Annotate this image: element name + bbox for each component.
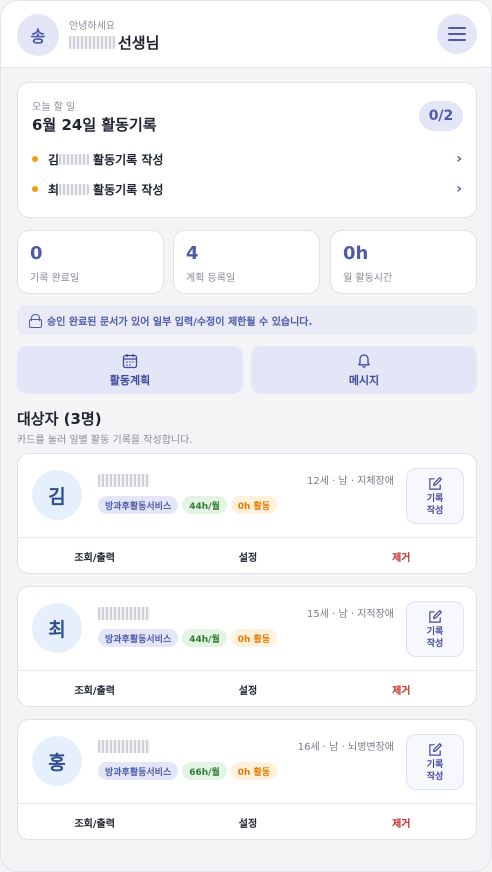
stat-label: 계획 등록일 — [186, 273, 236, 284]
activity-plan-button[interactable]: 활동계획 — [17, 346, 243, 394]
client-actions: 조회/출력 설정 제거 — [18, 803, 476, 839]
redacted-name — [69, 36, 115, 49]
redacted-name — [59, 183, 90, 195]
teacher-suffix: 선생님 — [118, 34, 160, 52]
progress-badge: 0/2 — [419, 101, 463, 131]
write-record-label: 기록 작성 — [426, 759, 444, 782]
teacher-name: 선생님 — [69, 32, 159, 53]
stat-value: 0 — [30, 243, 43, 264]
client-meta: 15세 · 남 · 지적장애 — [307, 609, 394, 620]
message-button[interactable]: 메시지 — [251, 346, 477, 394]
activity-tag: 0h 활동 — [230, 629, 278, 647]
greeting-text: 안녕하세요 — [69, 21, 115, 32]
write-record-button[interactable]: 기록 작성 — [406, 734, 464, 790]
app-header: 송 안녕하세요 선생님 — [1, 1, 491, 68]
hamburger-icon-line — [448, 33, 466, 35]
client-avatar: 김 — [32, 470, 82, 520]
view-print-button[interactable]: 조회/출력 — [18, 538, 171, 573]
client-tags: 방과후활동서비스 44h/월 0h 활동 — [98, 629, 278, 647]
calendar-icon — [122, 353, 138, 368]
client-card[interactable]: 김 12세 · 남 · 지체장애 방과후활동서비스 44h/월 0h 활동 기록… — [17, 453, 477, 574]
today-label: 오늘 할 일 — [32, 102, 76, 113]
hamburger-icon-line — [448, 39, 466, 41]
activity-tag: 0h 활동 — [230, 762, 278, 780]
client-tags: 방과후활동서비스 44h/월 0h 활동 — [98, 496, 278, 514]
hours-tag: 66h/월 — [182, 762, 227, 780]
client-avatar: 최 — [32, 603, 82, 653]
pending-dot-icon — [32, 156, 38, 162]
client-actions: 조회/출력 설정 제거 — [18, 670, 476, 706]
task-label: 활동기록 작성 — [93, 182, 164, 197]
task-prefix: 김 — [48, 152, 60, 167]
edit-icon — [428, 476, 442, 490]
notice-text: 승인 완료된 문서가 있어 일부 입력/수정이 제한될 수 있습니다. — [47, 316, 313, 328]
client-card[interactable]: 최 15세 · 남 · 지적장애 방과후활동서비스 44h/월 0h 활동 기록… — [17, 586, 477, 707]
message-label: 메시지 — [348, 373, 380, 387]
client-tags: 방과후활동서비스 66h/월 0h 활동 — [98, 762, 278, 780]
stat-label: 기록 완료일 — [30, 273, 80, 284]
stat-label: 월 활동시간 — [343, 273, 393, 284]
redacted-name — [98, 474, 150, 487]
today-title: 6월 24일 활동기록 — [32, 116, 157, 134]
activity-tag: 0h 활동 — [230, 496, 278, 514]
section-subtitle: 카드를 눌러 일별 활동 기록을 작성합니다. — [17, 435, 193, 446]
bell-icon — [358, 353, 370, 368]
write-record-label: 기록 작성 — [426, 626, 444, 649]
stat-plans-registered: 4 계획 등록일 — [173, 230, 320, 294]
view-print-button[interactable]: 조회/출력 — [18, 804, 171, 839]
redacted-name — [98, 740, 150, 753]
write-record-button[interactable]: 기록 작성 — [406, 468, 464, 524]
redacted-name — [59, 153, 90, 165]
edit-icon — [428, 609, 442, 623]
client-meta: 12세 · 남 · 지체장애 — [307, 476, 394, 487]
approval-notice: 승인 완료된 문서가 있어 일부 입력/수정이 제한될 수 있습니다. — [17, 305, 477, 335]
view-print-button[interactable]: 조회/출력 — [18, 671, 171, 706]
stat-monthly-hours: 0h 월 활동시간 — [330, 230, 477, 294]
hours-tag: 44h/월 — [182, 629, 227, 647]
remove-button[interactable]: 제거 — [325, 804, 476, 839]
activity-plan-label: 활동계획 — [109, 373, 151, 387]
pending-dot-icon — [32, 186, 38, 192]
menu-button[interactable] — [437, 14, 477, 54]
app-shell: 송 안녕하세요 선생님 오늘 할 일 6월 24일 활동기록 0/2 김 활동기… — [0, 0, 492, 872]
client-avatar: 홍 — [32, 736, 82, 786]
settings-button[interactable]: 설정 — [171, 804, 324, 839]
hamburger-icon-line — [448, 27, 466, 29]
settings-button[interactable]: 설정 — [171, 671, 324, 706]
stat-value: 4 — [186, 243, 199, 264]
stat-value: 0h — [343, 243, 369, 264]
service-tag: 방과후활동서비스 — [98, 629, 179, 647]
client-card[interactable]: 홍 16세 · 남 · 뇌병변장애 방과후활동서비스 66h/월 0h 활동 기… — [17, 719, 477, 840]
task-prefix: 최 — [48, 182, 60, 197]
redacted-name — [98, 607, 150, 620]
client-actions: 조회/출력 설정 제거 — [18, 537, 476, 573]
task-label: 활동기록 작성 — [93, 152, 164, 167]
hours-tag: 44h/월 — [182, 496, 227, 514]
edit-icon — [428, 742, 442, 756]
task-item[interactable]: 최 활동기록 작성 › — [32, 178, 464, 200]
section-title: 대상자 (3명) — [17, 410, 102, 428]
avatar[interactable]: 송 — [17, 14, 59, 56]
chevron-right-icon: › — [456, 181, 462, 197]
service-tag: 방과후활동서비스 — [98, 496, 179, 514]
stat-records-done: 0 기록 완료일 — [17, 230, 164, 294]
chevron-right-icon: › — [456, 151, 462, 167]
settings-button[interactable]: 설정 — [171, 538, 324, 573]
task-item[interactable]: 김 활동기록 작성 › — [32, 148, 464, 170]
lock-icon — [29, 314, 42, 328]
service-tag: 방과후활동서비스 — [98, 762, 179, 780]
write-record-label: 기록 작성 — [426, 493, 444, 516]
remove-button[interactable]: 제거 — [325, 538, 476, 573]
remove-button[interactable]: 제거 — [325, 671, 476, 706]
write-record-button[interactable]: 기록 작성 — [406, 601, 464, 657]
today-card: 오늘 할 일 6월 24일 활동기록 0/2 김 활동기록 작성 › 최 활동기… — [17, 82, 477, 218]
client-meta: 16세 · 남 · 뇌병변장애 — [297, 742, 394, 753]
